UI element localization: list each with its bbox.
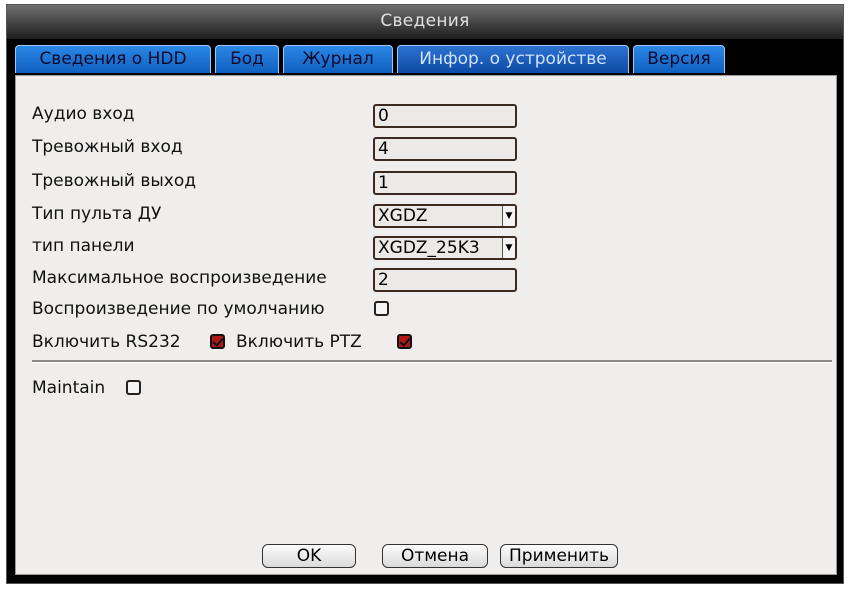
remote-type-label: Тип пульта ДУ bbox=[32, 204, 162, 224]
alarm-in-label: Тревожный вход bbox=[32, 137, 183, 157]
window-title: Сведения bbox=[380, 11, 470, 31]
rs232-label: Включить RS232 bbox=[32, 332, 181, 352]
audio-in-field[interactable]: 0 bbox=[373, 104, 517, 128]
default-playback-label: Воспроизведение по умолчанию bbox=[32, 299, 325, 319]
panel-type-value: XGDZ_25K3 bbox=[378, 238, 480, 258]
title-bar[interactable]: Сведения bbox=[7, 5, 843, 39]
remote-type-value: XGDZ bbox=[378, 206, 428, 226]
device-info-window: Сведения Сведения о HDD Бод Журнал Инфор… bbox=[6, 4, 844, 584]
tab-baud[interactable]: Бод bbox=[215, 45, 279, 73]
rs232-checkbox[interactable] bbox=[210, 334, 225, 349]
max-playback-field[interactable]: 2 bbox=[373, 268, 517, 292]
ptz-label: Включить PTZ bbox=[236, 332, 362, 352]
alarm-out-label: Тревожный выход bbox=[32, 171, 197, 191]
device-info-panel: Аудио вход 0 Тревожный вход 4 Тревожный … bbox=[15, 75, 837, 575]
tab-device-info[interactable]: Инфор. о устройстве bbox=[397, 45, 629, 73]
tab-version[interactable]: Версия bbox=[633, 45, 725, 73]
remote-type-select[interactable]: XGDZ ▼ bbox=[373, 204, 517, 228]
panel-type-select[interactable]: XGDZ_25K3 ▼ bbox=[373, 236, 517, 260]
alarm-in-field[interactable]: 4 bbox=[373, 137, 517, 161]
tab-hdd-info[interactable]: Сведения о HDD bbox=[15, 45, 211, 73]
audio-in-label: Аудио вход bbox=[32, 104, 135, 124]
ok-button[interactable]: OK bbox=[262, 544, 356, 568]
alarm-out-field[interactable]: 1 bbox=[373, 171, 517, 195]
section-divider bbox=[32, 360, 832, 363]
cancel-button[interactable]: Отмена bbox=[382, 544, 488, 568]
max-playback-label: Максимальное воспроизведение bbox=[32, 268, 327, 288]
default-playback-checkbox[interactable] bbox=[374, 301, 389, 316]
dropdown-arrow-icon[interactable]: ▼ bbox=[502, 206, 515, 226]
ptz-checkbox[interactable] bbox=[397, 334, 412, 349]
panel-type-label: тип панели bbox=[32, 236, 135, 256]
dropdown-arrow-icon[interactable]: ▼ bbox=[502, 238, 515, 258]
maintain-checkbox[interactable] bbox=[126, 380, 141, 395]
maintain-label: Maintain bbox=[32, 378, 106, 398]
apply-button[interactable]: Применить bbox=[500, 544, 618, 568]
tab-log[interactable]: Журнал bbox=[283, 45, 393, 73]
